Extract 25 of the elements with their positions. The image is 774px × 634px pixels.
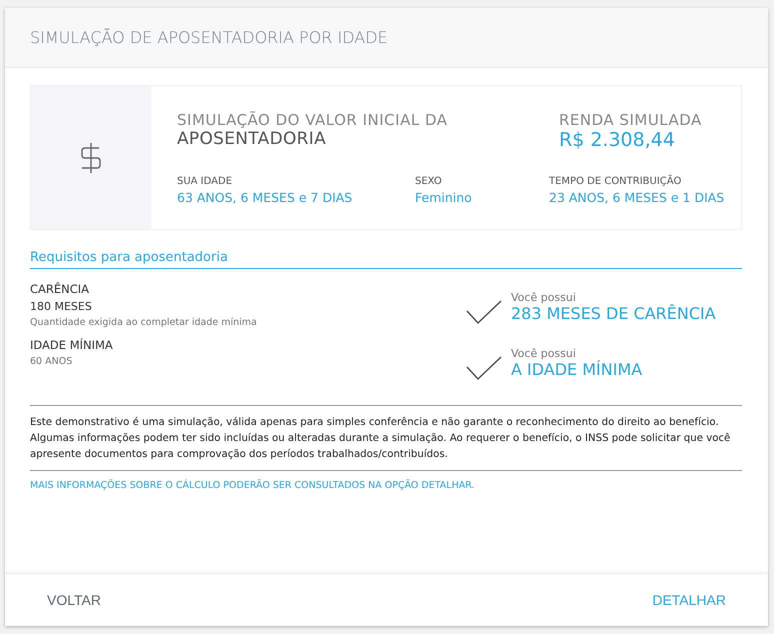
- requirement-note: Quantidade exigida ao completar idade mínima: [30, 316, 257, 330]
- field-label: SEXO: [415, 175, 443, 189]
- disclaimer-text: Este demonstrativo é uma simulação, válida apenas para simples conferência e não garante o reconhecimento do direito ao benefício. Algumas informações podem ter sido incluídas ou alteradas durante a simulação. Ao requerer o benefício, o INSS pode solicitar que você apresente documentos para comprovação dos períodos trabalhados/contribuídos.: [30, 405, 742, 471]
- field-value: 23 ANOS, 6 MESES e 1 DIAS: [549, 189, 724, 207]
- income-value: R$ 2.308,44: [559, 129, 676, 151]
- summary-title: SIMULAÇÃO DO VALOR INICIAL DA: [177, 112, 448, 129]
- status-label: Você possui: [511, 347, 577, 360]
- requirement-name: IDADE MÍNIMA: [30, 337, 113, 354]
- field-value: Feminino: [415, 189, 473, 207]
- field-value: 63 ANOS, 6 MESES e 7 DIAS: [177, 189, 354, 207]
- income-label: RENDA SIMULADA: [559, 112, 703, 129]
- status-label: Você possui: [511, 291, 577, 304]
- requirement-name: CARÊNCIA: [30, 281, 90, 298]
- requirement-note: 60 ANOS: [30, 355, 74, 369]
- info-note: MAIS INFORMAÇÕES SOBRE O CÁLCULO PODERÃO SER CONSULTADOS NA OPÇÃO DETALHAR.: [30, 480, 476, 491]
- dollar-icon: [80, 140, 102, 174]
- field-label: SUA IDADE: [177, 175, 234, 189]
- field-label: TEMPO DE CONTRIBUIÇÃO: [549, 175, 682, 189]
- status-value: A IDADE MÍNIMA: [511, 360, 642, 379]
- dialog-title: SIMULAÇÃO DE APOSENTADORIA POR IDADE: [30, 28, 388, 47]
- requirement-value: 180 MESES: [30, 299, 93, 315]
- back-button[interactable]: VOLTAR: [35, 586, 113, 614]
- summary-subtitle: APOSENTADORIA: [177, 129, 328, 149]
- section-heading: Requisitos para aposentadoria: [30, 250, 742, 269]
- status-value: 283 MESES DE CARÊNCIA: [511, 304, 716, 323]
